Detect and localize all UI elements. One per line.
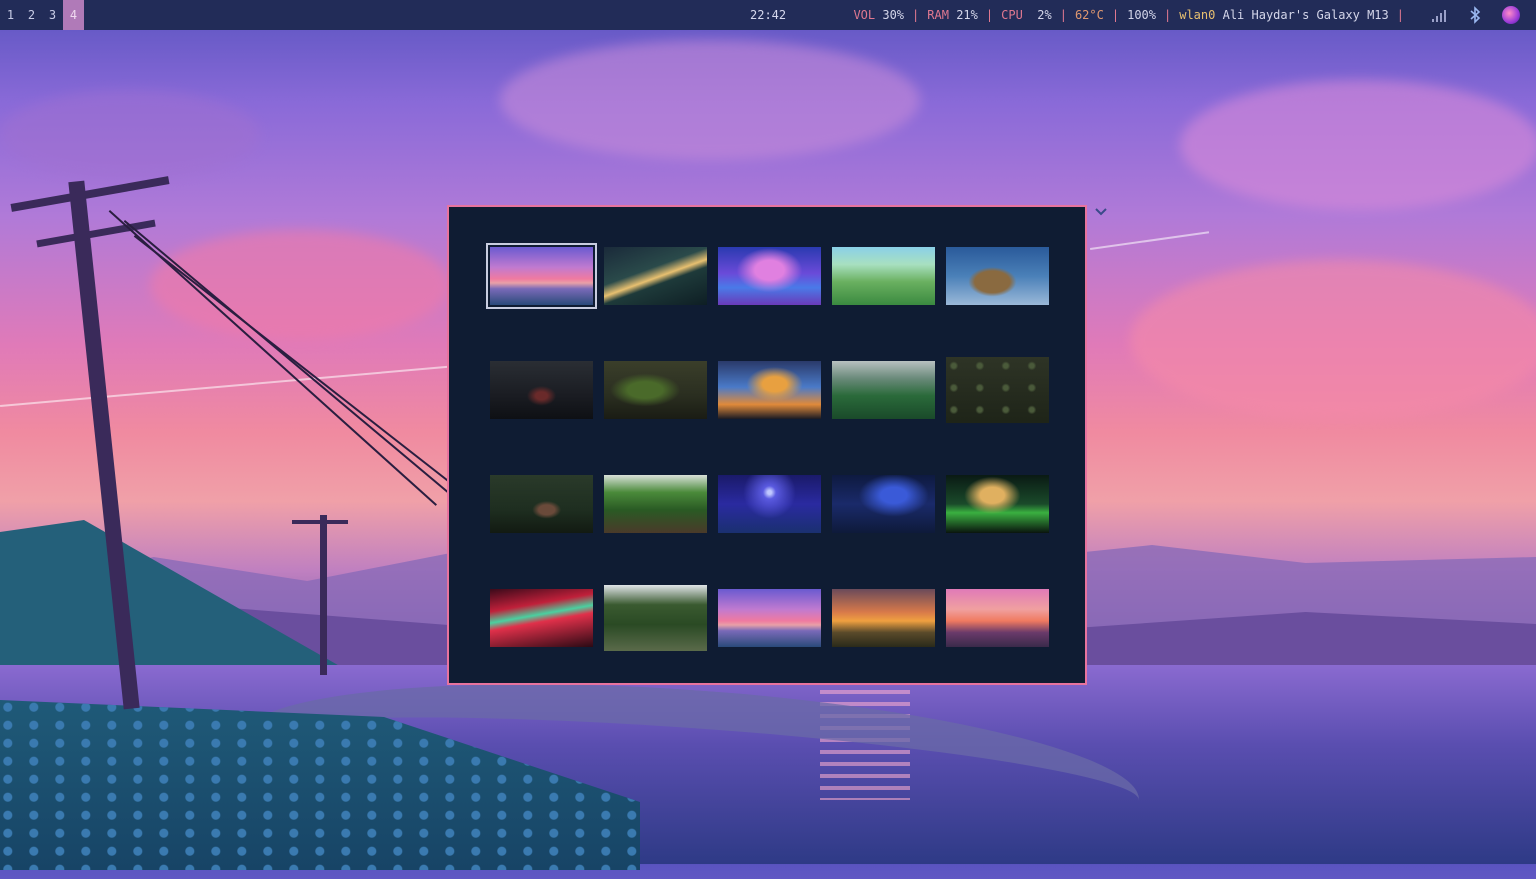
app-launcher-icon[interactable] bbox=[1502, 6, 1520, 24]
workspace-4-button[interactable]: 4 bbox=[63, 0, 84, 30]
wallpaper-thumb-purple-cloud-field[interactable] bbox=[718, 247, 821, 305]
wallpaper-thumb-green-village[interactable] bbox=[832, 247, 935, 305]
separator: | bbox=[912, 8, 920, 22]
separator: | bbox=[1164, 8, 1172, 22]
ram-label: RAM bbox=[927, 8, 949, 22]
wallpaper-thumb-misty-green-hills[interactable] bbox=[832, 361, 935, 419]
wallpaper-thumb-sunset-power-lines[interactable] bbox=[486, 243, 597, 309]
cpu-label: CPU bbox=[1001, 8, 1023, 22]
wallpaper-thumb-night-comet-hills[interactable] bbox=[604, 247, 707, 305]
network-ssid[interactable]: Ali Haydar's Galaxy M13 bbox=[1223, 8, 1389, 22]
workspace-1-button[interactable]: 1 bbox=[0, 0, 21, 30]
battery-value: 100% bbox=[1127, 8, 1156, 22]
ram-value: 21% bbox=[956, 8, 978, 22]
temperature-value: 62°C bbox=[1074, 8, 1104, 22]
wallpaper-thumb-orange-sunset-lake[interactable] bbox=[832, 589, 935, 647]
wallpaper-thumb-pink-sunset-lake[interactable] bbox=[946, 589, 1049, 647]
separator: | bbox=[1059, 8, 1067, 22]
separator: | bbox=[1111, 8, 1120, 22]
chevron-down-icon[interactable] bbox=[1094, 206, 1108, 218]
network-interface[interactable]: wlan0 bbox=[1179, 8, 1215, 22]
wallpaper-thumb-city-skyline-clouds[interactable] bbox=[718, 361, 821, 419]
wallpaper-thumb-forest-stream[interactable] bbox=[604, 585, 707, 651]
wallpaper-thumb-dark-road-night[interactable] bbox=[490, 361, 593, 419]
system-stats: VOL 30% | RAM 21% | CPU 2% | 62°C | 100%… bbox=[853, 0, 1412, 30]
wifi-signal-icon[interactable] bbox=[1432, 0, 1446, 22]
wallpaper-thumb-mossy-rock[interactable] bbox=[604, 361, 707, 419]
workspace-3-button[interactable]: 3 bbox=[42, 0, 63, 30]
wallpaper-thumb-dark-forest-floor[interactable] bbox=[946, 357, 1049, 423]
status-bar: 1 2 3 4 22:42 VOL 30% | RAM 21% | CPU 2%… bbox=[0, 0, 1536, 30]
volume-value[interactable]: 30% bbox=[882, 8, 904, 22]
bluetooth-icon[interactable] bbox=[1468, 6, 1482, 24]
wallpaper-grid bbox=[486, 243, 1049, 657]
wallpaper-thumb-aurora-clouds[interactable] bbox=[946, 475, 1049, 533]
wallpaper-thumb-blue-moon-night[interactable] bbox=[718, 475, 821, 533]
wallpaper-picker-window bbox=[447, 205, 1087, 685]
wallpaper-thumb-pine-forest-mist[interactable] bbox=[604, 475, 707, 533]
wallpaper-thumb-red-sky-field[interactable] bbox=[490, 589, 593, 647]
separator: | bbox=[1396, 8, 1404, 22]
workspace-switcher: 1 2 3 4 bbox=[0, 0, 84, 30]
separator: | bbox=[985, 8, 994, 22]
wallpaper-thumb-forest-cabin[interactable] bbox=[490, 475, 593, 533]
workspace-2-button[interactable]: 2 bbox=[21, 0, 42, 30]
cpu-value: 2% bbox=[1037, 8, 1052, 22]
clock: 22:42 bbox=[750, 8, 787, 22]
volume-label[interactable]: VOL bbox=[853, 8, 875, 22]
wallpaper-thumb-sunset-power-lines-2[interactable] bbox=[718, 589, 821, 647]
wallpaper-thumb-starry-river-night[interactable] bbox=[832, 475, 935, 533]
wallpaper-thumb-sky-boat[interactable] bbox=[946, 247, 1049, 305]
